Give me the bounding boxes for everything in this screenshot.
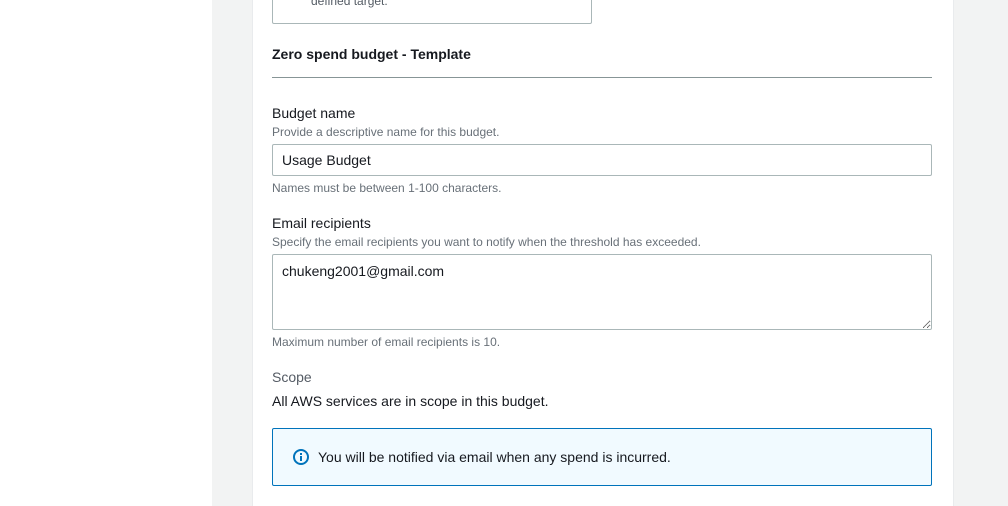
budget-name-constraint: Names must be between 1-100 characters. (272, 181, 502, 195)
scope-label: Scope (272, 369, 312, 385)
budget-name-description: Provide a descriptive name for this budg… (272, 125, 500, 139)
info-alert-text: You will be notified via email when any … (318, 449, 671, 465)
section-divider (272, 77, 932, 78)
section-title: Zero spend budget - Template (272, 46, 471, 62)
previous-card-text: defined target. (311, 0, 388, 8)
budget-name-label: Budget name (272, 105, 356, 121)
email-recipients-constraint: Maximum number of email recipients is 10… (272, 335, 501, 349)
info-icon (293, 449, 309, 465)
previous-template-card[interactable]: defined target. (272, 0, 592, 24)
info-alert: You will be notified via email when any … (272, 428, 932, 486)
email-recipients-description: Specify the email recipients you want to… (272, 235, 701, 249)
email-recipients-label: Email recipients (272, 215, 371, 231)
email-recipients-textarea[interactable]: chukeng2001@gmail.com (272, 254, 932, 330)
budget-name-input[interactable] (272, 144, 932, 176)
left-gutter (0, 0, 212, 506)
scope-text: All AWS services are in scope in this bu… (272, 393, 549, 409)
